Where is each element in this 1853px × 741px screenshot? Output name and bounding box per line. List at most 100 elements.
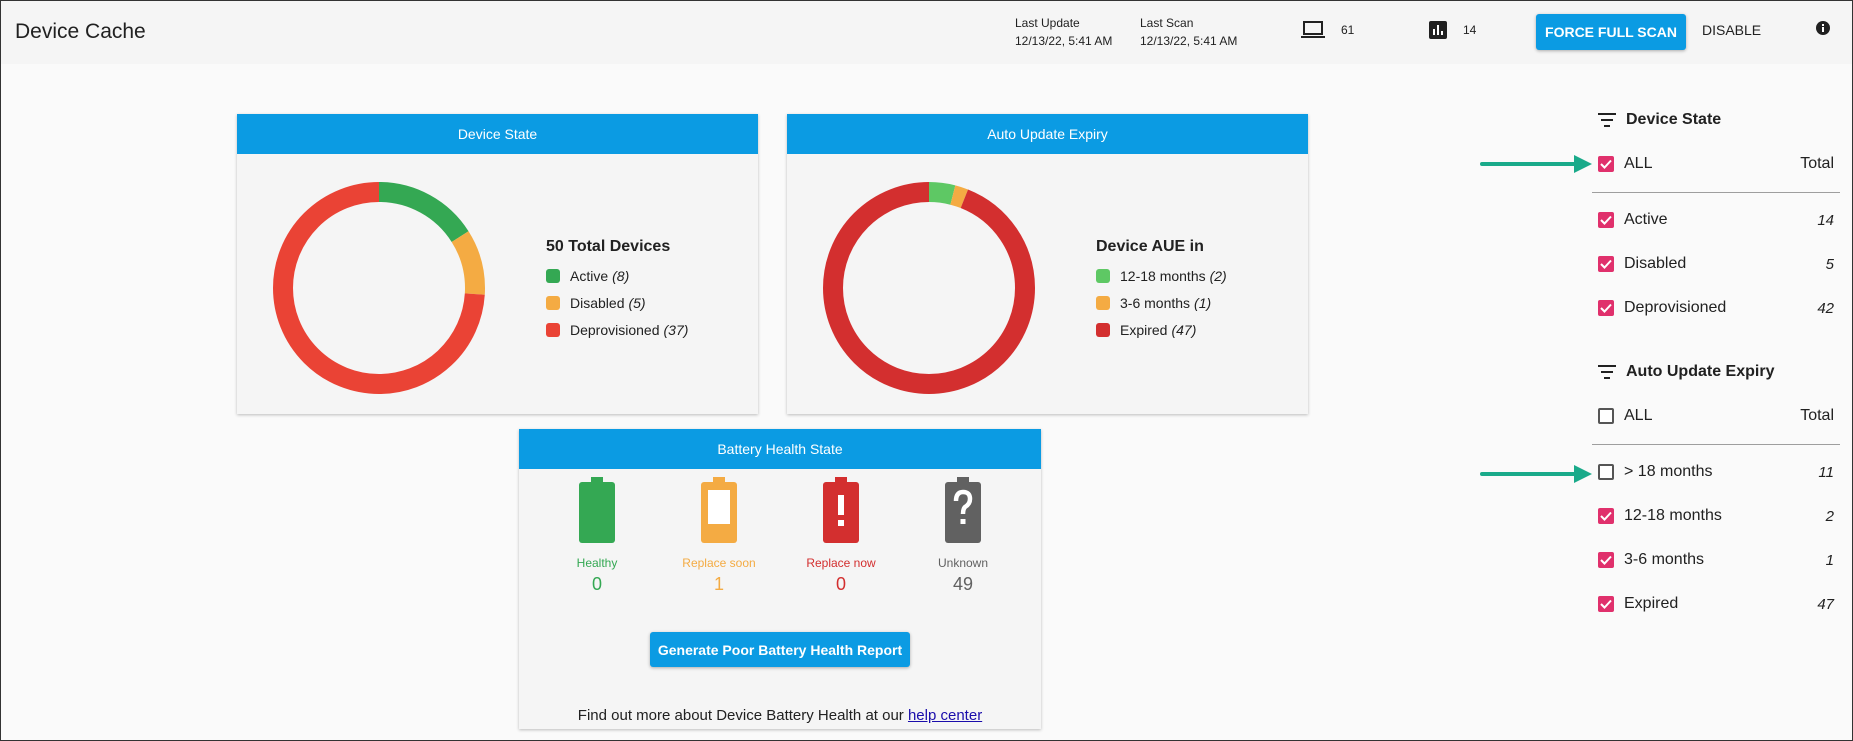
battery-empty-icon <box>701 477 737 543</box>
legend-label: 12-18 months <box>1120 267 1206 284</box>
filter-row-3-6-months[interactable]: 3-6 months 1 <box>1598 548 1834 572</box>
device-state-donut-chart <box>273 182 485 394</box>
checkbox-unchecked-icon <box>1598 408 1614 424</box>
checkbox-checked-icon <box>1598 156 1614 172</box>
device-state-card-title: Device State <box>237 114 758 154</box>
devices-count: 61 <box>1341 23 1355 37</box>
generate-report-button[interactable]: Generate Poor Battery Health Report <box>650 632 910 667</box>
battery-healthy-label: Healthy <box>576 556 618 570</box>
page-title: Device Cache <box>15 20 146 43</box>
info-icon[interactable] <box>1815 20 1831 36</box>
battery-replace-soon-label: Replace soon <box>682 556 756 570</box>
filter-icon <box>1598 113 1616 127</box>
filter-row-disabled[interactable]: Disabled 5 <box>1598 252 1834 276</box>
laptop-icon <box>1301 21 1325 38</box>
filter-row-12-18-months[interactable]: 12-18 months 2 <box>1598 504 1834 528</box>
battery-card-title: Battery Health State <box>519 429 1041 469</box>
filter-row-label: 12-18 months <box>1624 507 1722 524</box>
filter-row-count: 42 <box>1817 299 1834 317</box>
battery-alert-icon <box>823 477 859 543</box>
legend-label: Active <box>570 267 609 284</box>
device-state-legend-title: 50 Total Devices <box>546 238 671 255</box>
legend-count: (1) <box>1194 294 1212 311</box>
last-update-value: 12/13/22, 5:41 AM <box>1015 34 1113 48</box>
battery-full-icon <box>579 477 615 543</box>
filter-row-deprovisioned[interactable]: Deprovisioned 42 <box>1598 296 1834 320</box>
filter-row-label: Disabled <box>1624 255 1687 272</box>
filter-divider <box>1592 192 1840 193</box>
legend-count: (5) <box>628 294 646 311</box>
legend-label: Deprovisioned <box>570 321 660 338</box>
filter-row-gt-18-months[interactable]: > 18 months 11 <box>1598 460 1834 484</box>
checkbox-checked-icon <box>1598 508 1614 524</box>
filter-row-count: 2 <box>1825 507 1834 525</box>
last-update-label: Last Update <box>1015 16 1080 30</box>
legend-item-3-6-months: 3-6 months (1) <box>1096 289 1227 316</box>
filter-divider <box>1592 444 1840 445</box>
force-full-scan-button[interactable]: FORCE FULL SCAN <box>1536 14 1686 50</box>
device-state-legend: 50 Total Devices Active (8) Disabled (5)… <box>546 238 688 343</box>
legend-count: (37) <box>663 321 689 338</box>
legend-item-active: Active (8) <box>546 262 688 289</box>
aue-legend: Device AUE in 12-18 months (2) 3-6 month… <box>1096 238 1227 343</box>
arrow-icon <box>1480 155 1592 173</box>
battery-unknown-label: Unknown <box>937 556 989 570</box>
checkbox-checked-icon <box>1598 596 1614 612</box>
aue-slice-expired[interactable] <box>823 182 1035 394</box>
filter-row-count: 5 <box>1825 255 1834 273</box>
filter-row-label: 3-6 months <box>1624 551 1705 568</box>
filter-row-count: 11 <box>1818 463 1834 481</box>
bar-chart-icon <box>1429 21 1447 39</box>
device-state-filter-title: Device State <box>1598 111 1721 129</box>
legend-label: Expired <box>1120 321 1168 338</box>
legend-count: (2) <box>1209 267 1227 284</box>
devices-stat[interactable]: 61 <box>1301 21 1354 39</box>
reports-count: 14 <box>1463 23 1477 37</box>
reports-stat[interactable]: 14 <box>1429 21 1476 39</box>
legend-swatch-12-18-months <box>1096 268 1110 283</box>
checkbox-checked-icon <box>1598 300 1614 316</box>
battery-unknown: Unknown 49 <box>913 477 1013 595</box>
help-center-link[interactable]: help center <box>908 707 982 724</box>
battery-health-card: Battery Health State Healthy 0 Replace s… <box>519 429 1041 729</box>
battery-replace-soon-value: 1 <box>713 574 724 594</box>
last-update: Last Update 12/13/22, 5:41 AM <box>1015 14 1112 50</box>
legend-item-deprovisioned: Deprovisioned (37) <box>546 316 688 343</box>
battery-unknown-icon <box>945 477 981 543</box>
filter-row-expired[interactable]: Expired 47 <box>1598 592 1834 616</box>
last-scan-value: 12/13/22, 5:41 AM <box>1140 34 1238 48</box>
aue-filter-title: Auto Update Expiry <box>1598 363 1774 381</box>
filter-row-label: > 18 months <box>1624 463 1713 480</box>
battery-unknown-value: 49 <box>952 574 974 594</box>
filter-all-label: ALL <box>1624 407 1653 424</box>
device-state-card: Device State 50 Total Devices Active (8)… <box>237 114 758 414</box>
filter-row-active[interactable]: Active 14 <box>1598 208 1834 232</box>
device-state-all-checkbox[interactable]: ALL Total <box>1598 152 1834 176</box>
filter-total-label: Total <box>1800 407 1834 424</box>
filter-row-count: 47 <box>1817 595 1834 613</box>
battery-help-text: Find out more about Device Battery Healt… <box>519 707 1041 724</box>
battery-replace-now: Replace now 0 <box>791 477 891 595</box>
checkbox-checked-icon <box>1598 552 1614 568</box>
filter-row-label: Expired <box>1624 595 1679 612</box>
checkbox-checked-icon <box>1598 212 1614 228</box>
battery-healthy: Healthy 0 <box>547 477 647 595</box>
auto-update-expiry-card: Auto Update Expiry Device AUE in 12-18 m… <box>787 114 1308 414</box>
filter-total-label: Total <box>1800 155 1834 172</box>
legend-swatch-active <box>546 268 560 283</box>
aue-card-title: Auto Update Expiry <box>787 114 1308 154</box>
last-scan: Last Scan 12/13/22, 5:41 AM <box>1140 14 1237 50</box>
arrow-icon <box>1480 465 1592 483</box>
legend-swatch-deprovisioned <box>546 322 560 337</box>
legend-swatch-expired <box>1096 322 1110 337</box>
legend-item-expired: Expired (47) <box>1096 316 1227 343</box>
disable-button[interactable]: DISABLE <box>1702 22 1761 38</box>
last-scan-label: Last Scan <box>1140 16 1194 30</box>
legend-swatch-3-6-months <box>1096 295 1110 310</box>
battery-replace-soon: Replace soon 1 <box>669 477 769 595</box>
filter-title-text: Auto Update Expiry <box>1626 363 1775 380</box>
battery-replace-now-value: 0 <box>835 574 846 594</box>
aue-all-checkbox[interactable]: ALL Total <box>1598 404 1834 428</box>
filter-row-label: Deprovisioned <box>1624 299 1727 316</box>
aue-donut-chart <box>823 182 1035 394</box>
